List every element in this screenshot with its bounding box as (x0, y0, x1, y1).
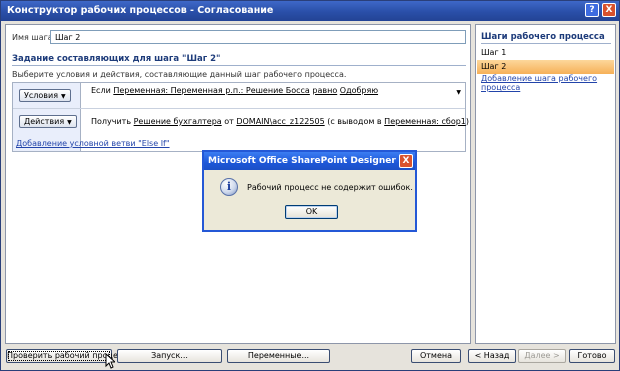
window-title: Конструктор рабочих процессов - Согласов… (7, 5, 274, 16)
condition-field-link[interactable]: Переменная: Переменная р.п.: Решение Бос… (113, 86, 310, 95)
action-from-word: от (224, 117, 234, 126)
action-row: Получить Решение бухгалтера от DOMAIN\ac… (91, 117, 469, 126)
dialog-title-text: Microsoft Office SharePoint Designer (208, 156, 396, 166)
chevron-down-icon: ▼ (67, 119, 72, 126)
title-bar[interactable]: Конструктор рабочих процессов - Согласов… (1, 1, 619, 21)
workflow-designer-window: Конструктор рабочих процессов - Согласов… (0, 0, 620, 371)
condition-row: Если Переменная: Переменная р.п.: Решени… (91, 86, 378, 95)
validation-dialog: Microsoft Office SharePoint Designer X i… (202, 150, 417, 232)
action-user-link[interactable]: DOMAIN\acc_z122505 (236, 117, 324, 126)
dialog-message: Рабочий процесс не содержит ошибок. (247, 183, 413, 192)
row-dropdown-icon[interactable]: ▼ (456, 89, 461, 96)
variables-button[interactable]: Переменные... (227, 349, 330, 363)
information-icon: i (220, 178, 238, 196)
chevron-down-icon: ▼ (61, 93, 66, 100)
dialog-title[interactable]: Microsoft Office SharePoint Designer X (204, 152, 415, 170)
step-item-1[interactable]: Шаг 1 (477, 46, 614, 60)
section-divider (12, 65, 466, 66)
step-item-2[interactable]: Шаг 2 (477, 60, 614, 74)
add-else-if-link[interactable]: Добавление условной ветви "Else If" (16, 139, 170, 148)
cancel-button[interactable]: Отмена (411, 349, 461, 363)
actions-button[interactable]: Действия ▼ (19, 115, 77, 128)
action-prefix: Получить (91, 117, 132, 126)
action-close-paren: ) (465, 117, 469, 126)
next-button[interactable]: Далее > (518, 349, 566, 363)
steps-panel-divider (481, 43, 611, 44)
step-name-input[interactable] (50, 30, 466, 44)
help-button[interactable]: ? (585, 3, 599, 17)
dialog-ok-button[interactable]: OK (285, 205, 338, 219)
section-instruction: Выберите условия и действия, составляющи… (12, 70, 347, 79)
section-title: Задание составляющих для шага "Шаг 2" (12, 54, 221, 64)
action-item-link[interactable]: Решение бухгалтера (134, 117, 222, 126)
launch-button[interactable]: Запуск... (117, 349, 222, 363)
steps-panel-title: Шаги рабочего процесса (481, 32, 605, 42)
workflow-steps-panel: Шаги рабочего процесса Шаг 1 Шаг 2 Добав… (475, 24, 616, 344)
close-button[interactable]: X (602, 3, 616, 17)
rules-row-divider (13, 108, 465, 109)
conditions-button-label: Условия (24, 91, 59, 100)
condition-operator-link[interactable]: равно (312, 86, 337, 95)
check-workflow-button[interactable]: Проверить рабочий процесс (6, 349, 127, 363)
condition-prefix: Если (91, 86, 111, 95)
condition-value-link[interactable]: Одобряю (340, 86, 378, 95)
add-step-link[interactable]: Добавление шага рабочего процесса (481, 74, 615, 92)
finish-button[interactable]: Готово (569, 349, 615, 363)
back-button[interactable]: < Назад (468, 349, 516, 363)
action-output-text: (с выводом в (327, 117, 382, 126)
action-output-var-link[interactable]: Переменная: сбор1 (384, 117, 466, 126)
conditions-button[interactable]: Условия ▼ (19, 89, 71, 102)
actions-button-label: Действия (24, 117, 65, 126)
dialog-close-button[interactable]: X (399, 154, 413, 168)
step-name-label: Имя шага: (12, 33, 56, 42)
mouse-cursor-icon (105, 353, 115, 369)
